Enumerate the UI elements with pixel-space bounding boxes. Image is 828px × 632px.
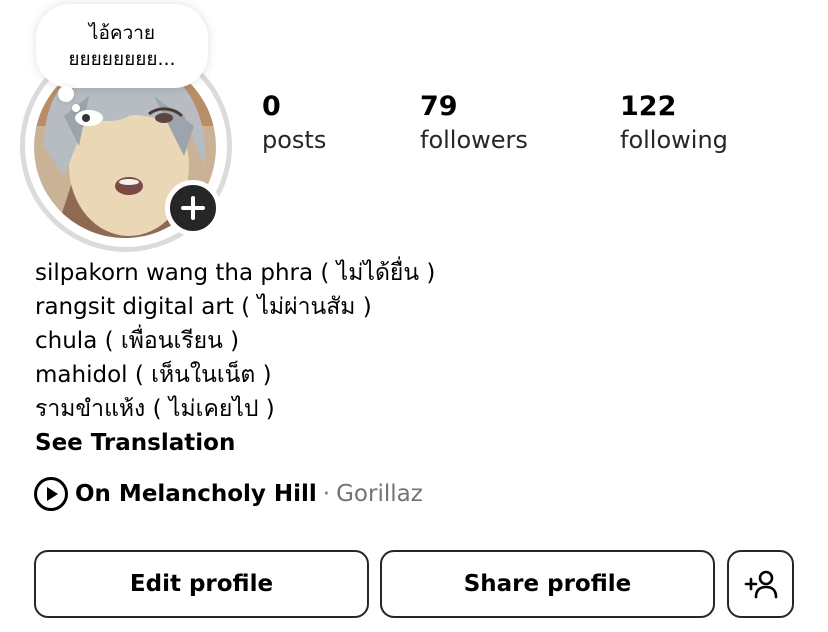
note-bubble[interactable]: ไอ้ควาย ยยยยยยยย... xyxy=(36,4,208,88)
plus-icon xyxy=(181,196,205,220)
bio-line: silpakorn wang tha phra ( ไม่ได้ยื่น ) xyxy=(35,260,436,286)
stat-following[interactable]: 122 following xyxy=(620,90,728,156)
followers-label: followers xyxy=(420,126,528,154)
bio-line: chula ( เพื่อนเรียน ) xyxy=(35,328,240,354)
music-separator: · xyxy=(322,481,331,507)
bio-line: mahidol ( เห็นในเน็ต ) xyxy=(35,362,272,388)
song-title: On Melancholy Hill xyxy=(75,481,317,507)
see-translation-link[interactable]: See Translation xyxy=(35,426,435,460)
note-line-1: ไอ้ควาย xyxy=(88,22,156,44)
note-bubble-tail xyxy=(58,86,74,102)
posts-label: posts xyxy=(262,126,327,154)
play-circle-icon xyxy=(34,477,68,511)
note-line-2: ยยยยยยยย... xyxy=(68,48,176,70)
add-story-button[interactable] xyxy=(165,180,221,236)
bio: silpakorn wang tha phra ( ไม่ได้ยื่น ) r… xyxy=(35,256,435,460)
posts-count: 0 xyxy=(262,91,281,122)
stat-posts[interactable]: 0 posts xyxy=(262,90,326,156)
bio-line: รามขำแห้ง ( ไม่เคยไป ) xyxy=(35,396,275,422)
artist-name: Gorillaz xyxy=(336,481,423,507)
edit-profile-button[interactable]: Edit profile xyxy=(34,550,369,618)
following-count: 122 xyxy=(620,91,677,122)
followers-count: 79 xyxy=(420,91,458,122)
add-person-button[interactable] xyxy=(727,550,794,618)
stat-followers[interactable]: 79 followers xyxy=(420,90,528,156)
edit-profile-label: Edit profile xyxy=(129,571,274,597)
share-profile-button[interactable]: Share profile xyxy=(380,550,715,618)
bio-line: rangsit digital art ( ไม่ผ่านสัม ) xyxy=(35,294,372,320)
share-profile-label: Share profile xyxy=(463,571,632,597)
music-row[interactable]: On Melancholy Hill · Gorillaz xyxy=(33,476,423,512)
add-person-icon xyxy=(744,570,777,599)
note-bubble-tail-small xyxy=(72,104,80,112)
following-label: following xyxy=(620,126,728,154)
